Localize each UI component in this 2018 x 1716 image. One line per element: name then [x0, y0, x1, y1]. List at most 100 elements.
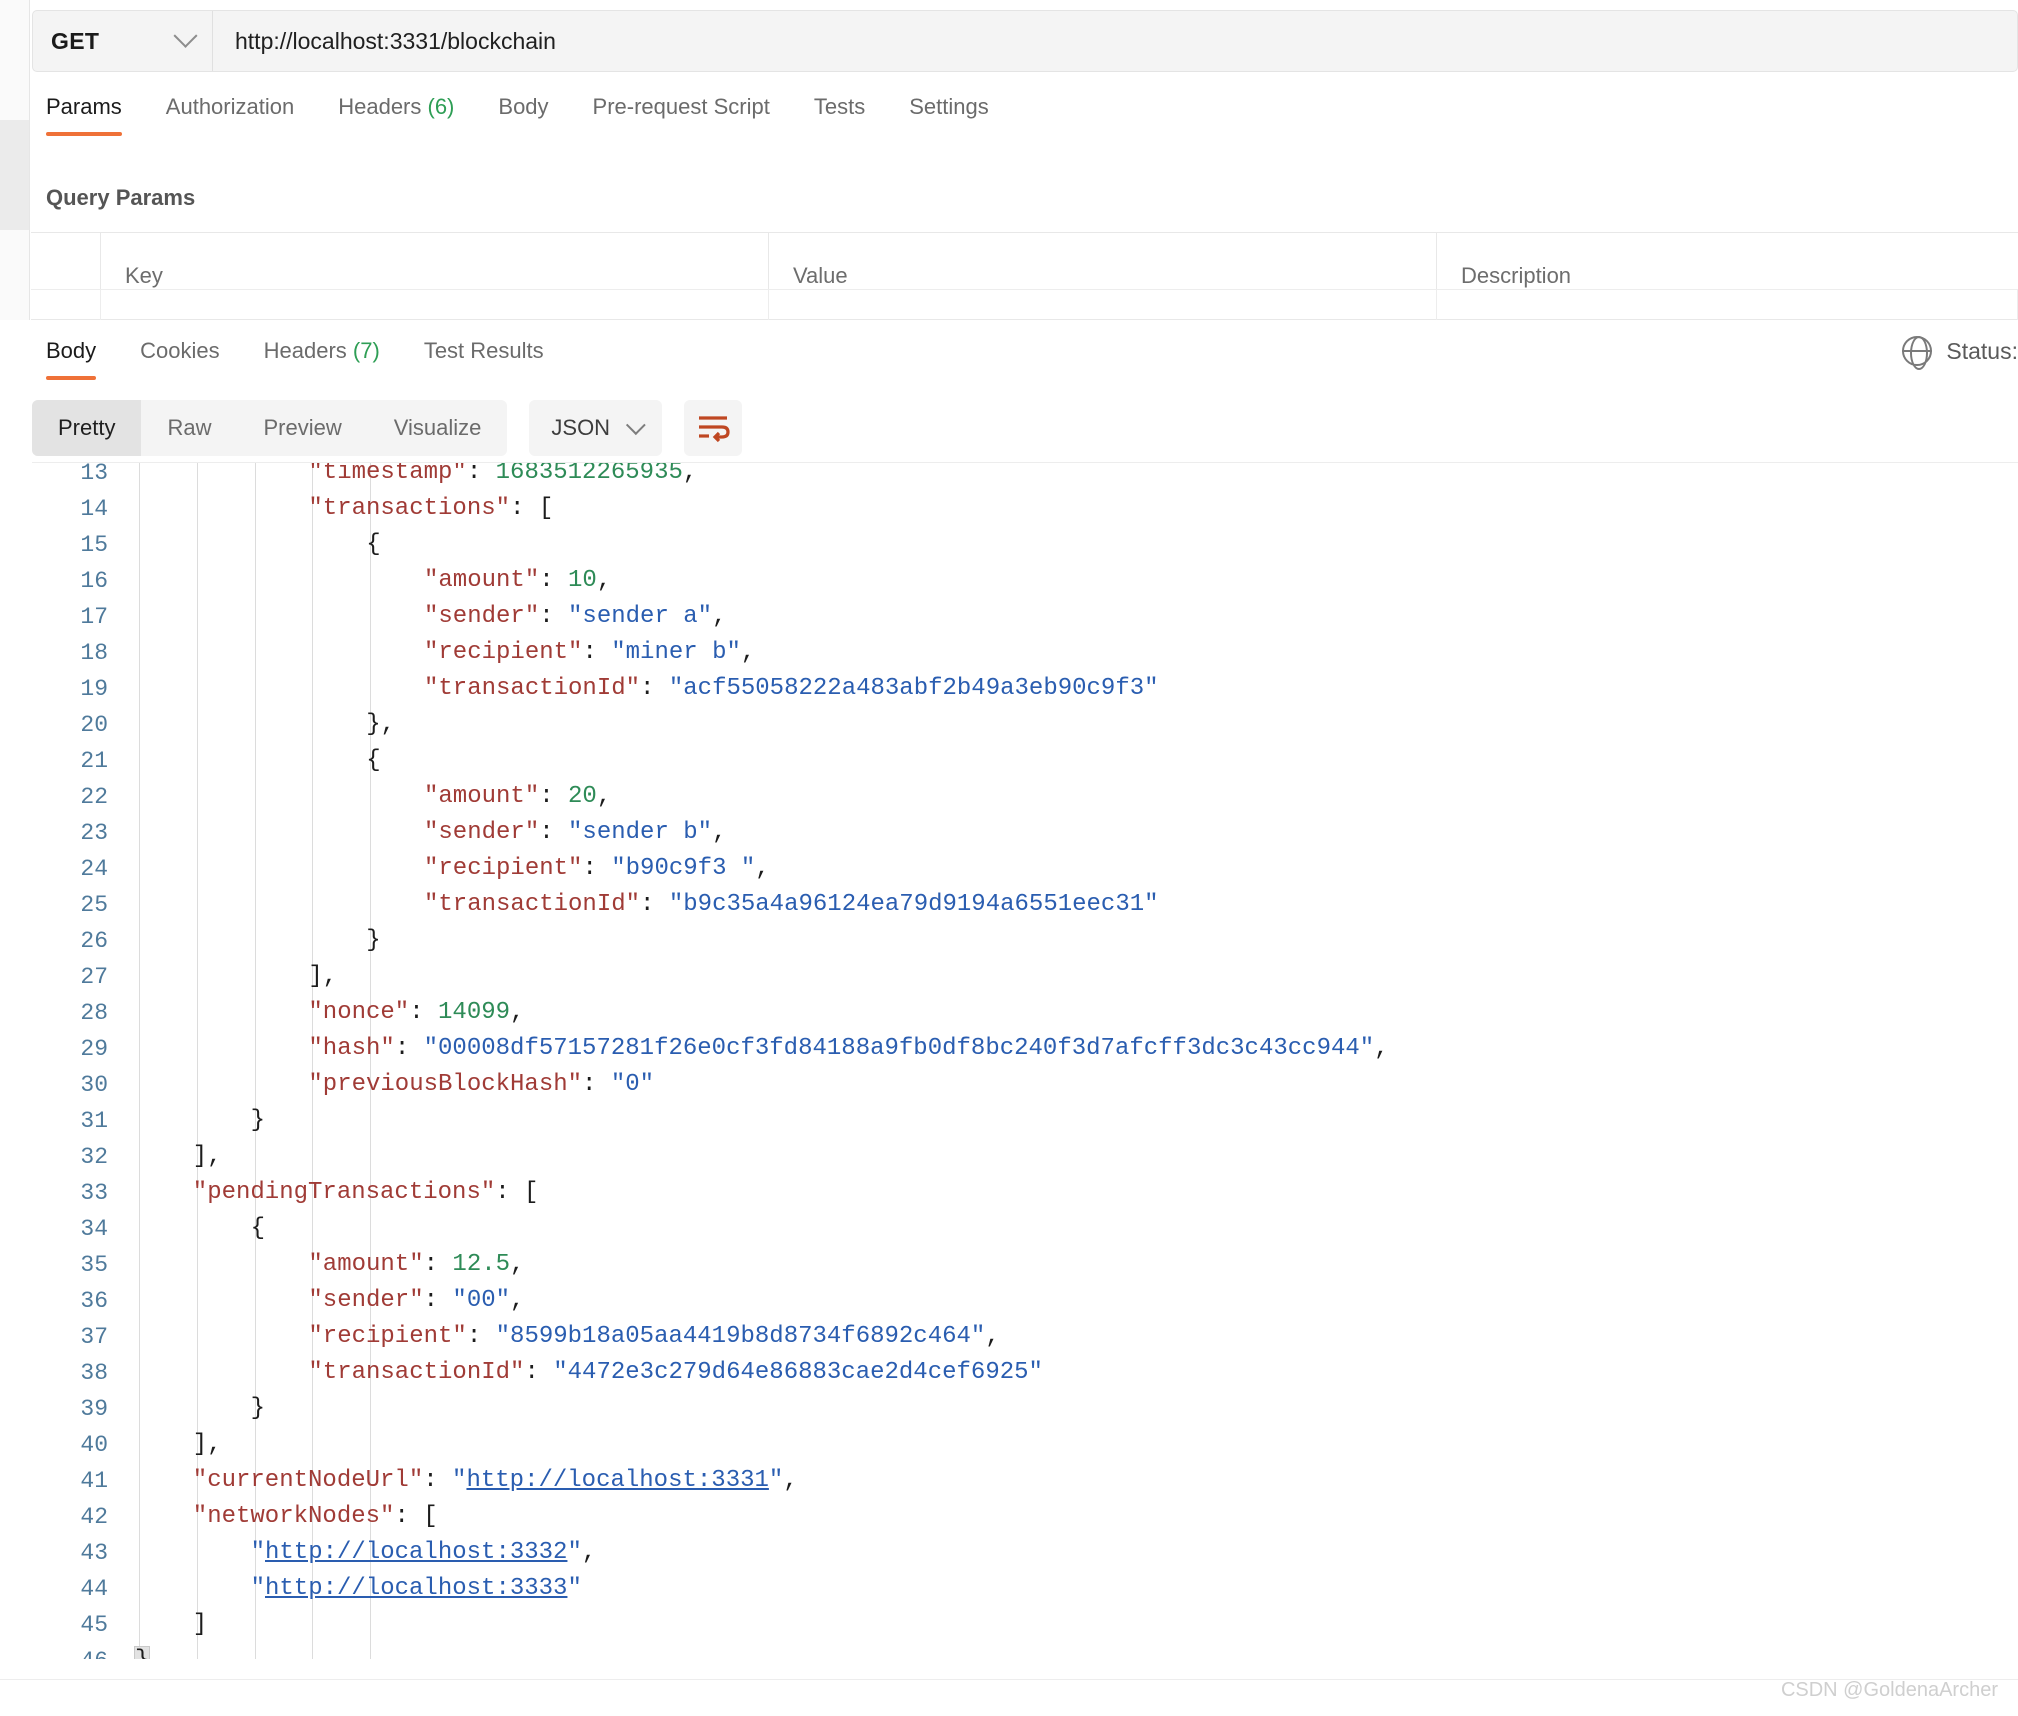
- url-text: http://localhost:3331/blockchain: [235, 27, 556, 54]
- line-number: 16: [80, 568, 108, 594]
- code-token: "amount": [424, 567, 540, 594]
- row-description-cell[interactable]: [1437, 290, 2018, 320]
- code-token: 1683512265935: [495, 462, 683, 486]
- code-text: "sender": "sender b",: [424, 815, 726, 851]
- code-line: 36 "sender": "00",: [32, 1283, 2018, 1319]
- code-token: "sender": [424, 819, 540, 846]
- response-tab-cookies[interactable]: Cookies: [118, 330, 241, 380]
- code-token: "nonce": [308, 999, 410, 1026]
- row-key-cell[interactable]: [101, 290, 769, 320]
- line-number: 28: [80, 1000, 108, 1026]
- response-tab-test-results[interactable]: Test Results: [402, 330, 566, 380]
- code-token: :: [394, 1035, 424, 1062]
- postman-window: GET http://localhost:3331/blockchain Par…: [0, 0, 2018, 1716]
- code-text: {: [366, 743, 380, 779]
- view-mode-visualize[interactable]: Visualize: [368, 400, 508, 456]
- view-mode-raw[interactable]: Raw: [141, 400, 237, 456]
- code-line: 21 {: [32, 743, 2018, 779]
- line-number: 27: [80, 964, 108, 990]
- code-text: {: [366, 527, 380, 563]
- code-token: 10: [568, 567, 597, 594]
- row-checkbox-cell[interactable]: [31, 290, 101, 320]
- tab-pre-request-script[interactable]: Pre-request Script: [571, 86, 792, 136]
- code-token: ,: [510, 1251, 525, 1278]
- tab-label: Settings: [909, 94, 989, 119]
- word-wrap-icon: [699, 416, 730, 443]
- response-format-selector[interactable]: JSON: [529, 400, 663, 456]
- line-number: 23: [80, 820, 108, 846]
- code-token: "previousBlockHash": [308, 1071, 583, 1098]
- code-line: 45]: [32, 1607, 2018, 1643]
- code-link[interactable]: http://localhost:3331: [466, 1467, 768, 1494]
- code-token: ,: [985, 1323, 1000, 1350]
- line-number: 46: [32, 1643, 108, 1659]
- code-text: "hash": "00008df57157281f26e0cf3fd84188a…: [308, 1031, 1388, 1067]
- http-method-selector[interactable]: GET: [33, 11, 213, 71]
- code-text: "transactionId": "acf55058222a483abf2b49…: [424, 671, 1159, 707]
- line-number: 15: [80, 532, 108, 558]
- code-token: ],: [308, 963, 338, 990]
- response-tab-body[interactable]: Body: [32, 330, 118, 380]
- code-token: :: [640, 675, 669, 702]
- code-token: ,: [740, 639, 756, 666]
- tab-label: Headers: [338, 94, 422, 119]
- view-mode-preview[interactable]: Preview: [237, 400, 367, 456]
- bottom-divider: [0, 1679, 2018, 1680]
- code-token: }: [250, 1107, 265, 1134]
- response-tab-headers[interactable]: Headers (7): [242, 330, 402, 380]
- code-line: 23 "sender": "sender b",: [32, 815, 2018, 851]
- tab-settings[interactable]: Settings: [887, 86, 1011, 136]
- code-line: 41 "currentNodeUrl": "http://localhost:33…: [32, 1463, 2018, 1499]
- code-text: "networkNodes": [: [193, 1499, 438, 1535]
- code-token: :: [582, 639, 612, 666]
- code-text: "http://localhost:3333": [251, 1571, 582, 1607]
- code-line: 30 "previousBlockHash": "0": [32, 1067, 2018, 1103]
- word-wrap-button[interactable]: [684, 400, 743, 456]
- code-token: "amount": [424, 783, 540, 810]
- tab-label: Authorization: [165, 94, 295, 119]
- line-number: 19: [80, 676, 108, 702]
- code-token: :: [423, 1287, 453, 1314]
- code-line: 31}: [32, 1103, 2018, 1139]
- line-number: 34: [80, 1216, 108, 1242]
- row-value-cell[interactable]: [769, 290, 1437, 320]
- view-mode-pretty[interactable]: Pretty: [32, 400, 142, 456]
- code-text: {: [251, 1211, 265, 1247]
- code-text: ],: [193, 1427, 222, 1463]
- response-tab-bar: Body Cookies Headers (7) Test Results St…: [32, 330, 2018, 392]
- code-text: "http://localhost:3332",: [251, 1535, 597, 1571]
- code-token: : [: [510, 495, 554, 522]
- query-params-empty-row[interactable]: [31, 289, 2018, 320]
- code-line: 17 "sender": "sender a",: [32, 599, 2018, 635]
- code-text: "sender": "00",: [308, 1283, 524, 1319]
- tab-headers[interactable]: Headers (6): [316, 86, 476, 136]
- code-token: :: [539, 603, 569, 630]
- code-line: 18 "recipient": "miner b",: [32, 635, 2018, 671]
- code-token: ],: [192, 1143, 222, 1170]
- code-text: "amount": 10,: [424, 563, 611, 599]
- code-token: :: [539, 783, 569, 810]
- line-number: 25: [80, 892, 108, 918]
- response-body-viewer[interactable]: 13 "timestamp": 1683512265935, 14 "transact…: [32, 462, 2018, 1659]
- code-token: ": [250, 1539, 265, 1566]
- code-token: :: [539, 567, 569, 594]
- code-token: : [: [394, 1503, 438, 1530]
- code-link[interactable]: http://localhost:3332: [265, 1539, 567, 1566]
- tab-body[interactable]: Body: [476, 86, 570, 136]
- code-line: 44 "http://localhost:3333": [32, 1571, 2018, 1607]
- code-link[interactable]: http://localhost:3333: [265, 1575, 567, 1602]
- tab-authorization[interactable]: Authorization: [144, 86, 316, 136]
- tab-tests[interactable]: Tests: [792, 86, 887, 136]
- line-number: 38: [80, 1360, 108, 1386]
- url-input[interactable]: http://localhost:3331/blockchain: [213, 11, 2017, 71]
- code-text: "transactionId": "4472e3c279d64e86883cae…: [308, 1355, 1043, 1391]
- code-line: 43 "http://localhost:3332",: [32, 1535, 2018, 1571]
- code-token: "transactionId": [424, 891, 641, 918]
- code-token: ]: [192, 1611, 208, 1638]
- code-text: ]: [193, 1607, 207, 1643]
- code-token: "8599b18a05aa4419b8d8734f6892c464": [495, 1323, 986, 1350]
- code-text: "previousBlockHash": "0": [308, 1067, 654, 1103]
- tab-params[interactable]: Params: [32, 86, 144, 136]
- code-line: 25 "transactionId": "b9c35a4a96124ea79d91…: [32, 887, 2018, 923]
- code-token: },: [366, 711, 395, 738]
